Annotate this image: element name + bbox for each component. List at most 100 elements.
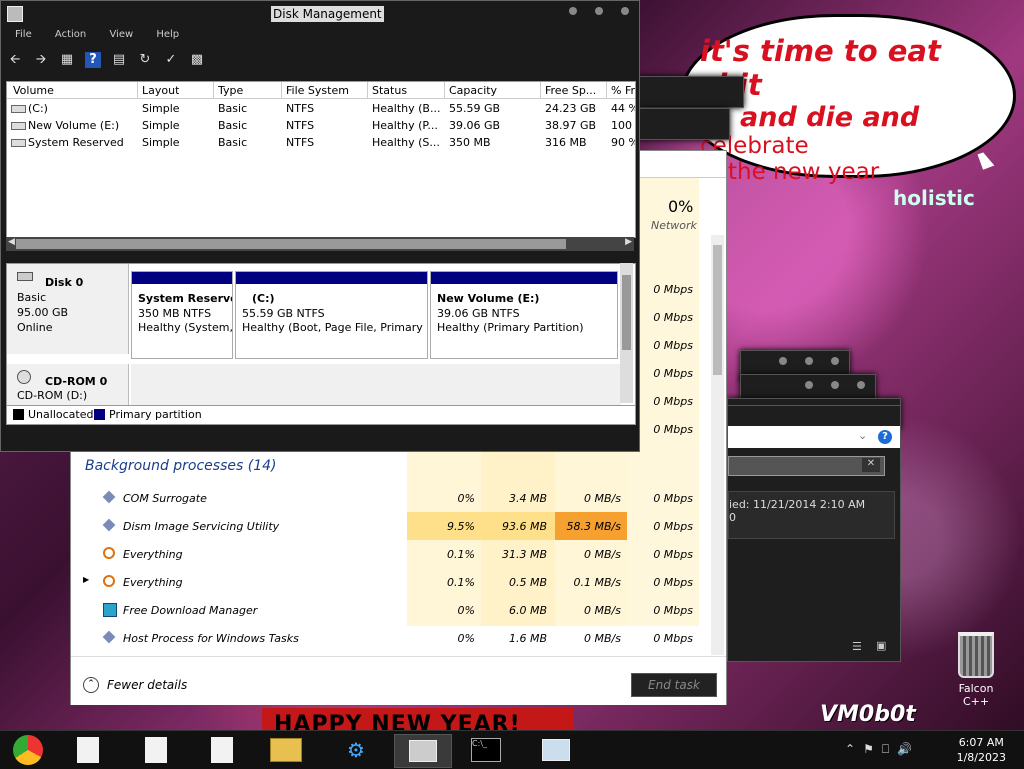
- disk-management-window[interactable]: Disk Management File Action View Help 🡨 …: [0, 0, 640, 452]
- show-hidden-icons-icon[interactable]: ⌃: [845, 742, 855, 757]
- view-tiles-icon[interactable]: ▣: [876, 639, 886, 652]
- volume-icon[interactable]: 🔊: [897, 742, 912, 757]
- properties-address-bar[interactable]: ⌄ ?: [728, 426, 900, 448]
- partition-c[interactable]: (C:) 55.59 GB NTFS Healthy (Boot, Page F…: [235, 271, 428, 359]
- properties-window[interactable]: ⌄ ? ✕ ied: 11/21/2014 2:10 AM 0 ☰ ▣: [727, 405, 901, 662]
- network-icon[interactable]: ⎕: [882, 742, 889, 757]
- process-mem: 1.6 MB: [508, 632, 547, 645]
- background-window-2[interactable]: [638, 108, 730, 140]
- column-header[interactable]: Layout: [142, 84, 179, 97]
- background-window-1[interactable]: [638, 76, 744, 108]
- properties-info: ied: 11/21/2014 2:10 AM 0: [728, 491, 895, 539]
- scrollbar-thumb[interactable]: [16, 239, 566, 249]
- minimize-icon[interactable]: [805, 381, 813, 389]
- disk-0-label[interactable]: Disk 0 Basic 95.00 GB Online: [7, 264, 129, 354]
- partition-system-reserved[interactable]: System Reserved 350 MB NTFS Healthy (Sys…: [131, 271, 233, 359]
- taskbar-file-3[interactable]: [194, 734, 250, 766]
- column-divider[interactable]: [137, 82, 138, 98]
- taskbar-cmd[interactable]: C:\_: [458, 734, 514, 766]
- recycle-bin[interactable]: Falcon C++: [946, 632, 1006, 708]
- process-row[interactable]: ▶ Everything 0.1% 0.5 MB 0.1 MB/s 0 Mbps: [71, 568, 711, 596]
- volume-row[interactable]: (C:) Simple Basic NTFS Healthy (B... 55.59 GB…: [7, 100, 635, 117]
- volume-list[interactable]: Volume Layout Type File System Status Capacit…: [6, 81, 636, 238]
- refresh-icon[interactable]: ↻: [137, 52, 153, 68]
- process-row[interactable]: Everything 0.1% 31.3 MB 0 MB/s 0 Mbps: [71, 540, 711, 568]
- scroll-right-icon[interactable]: ▶: [625, 237, 632, 247]
- taskbar-network[interactable]: ⚙: [328, 734, 384, 766]
- process-row[interactable]: Dism Image Servicing Utility 9.5% 93.6 MB 5…: [71, 512, 711, 540]
- column-header[interactable]: Status: [372, 84, 407, 97]
- process-row[interactable]: COM Surrogate 0% 3.4 MB 0 MB/s 0 Mbps: [71, 484, 711, 512]
- taskbar-file-2[interactable]: [128, 734, 184, 766]
- maximize-icon[interactable]: [595, 7, 603, 15]
- close-icon[interactable]: [857, 381, 865, 389]
- expand-arrow-icon[interactable]: ▶: [83, 575, 89, 584]
- column-divider[interactable]: [367, 82, 368, 98]
- menu-action[interactable]: Action: [55, 29, 86, 40]
- maximize-icon[interactable]: [805, 357, 813, 365]
- taskbar-explorer[interactable]: [258, 734, 314, 766]
- disk-view-scrollbar[interactable]: [620, 263, 633, 403]
- end-task-button[interactable]: End task: [631, 673, 717, 697]
- minimize-icon[interactable]: [779, 357, 787, 365]
- view-details-icon[interactable]: ☰: [852, 640, 862, 653]
- wallpaper-logo: VM0b0t: [820, 702, 916, 727]
- scroll-left-icon[interactable]: ◀: [8, 237, 15, 247]
- back-arrow-icon[interactable]: 🡨: [7, 52, 23, 68]
- close-icon[interactable]: [621, 7, 629, 15]
- column-header[interactable]: % Fr: [611, 84, 635, 97]
- column-header[interactable]: Volume: [13, 84, 54, 97]
- maximize-icon[interactable]: [831, 381, 839, 389]
- horizontal-scrollbar[interactable]: ◀ ▶: [6, 237, 634, 251]
- disk-graphical-view[interactable]: Disk 0 Basic 95.00 GB Online System Rese…: [6, 263, 636, 407]
- volume-row[interactable]: System Reserved Simple Basic NTFS Healthy (S…: [7, 134, 635, 151]
- partition-e[interactable]: New Volume (E:) 39.06 GB NTFS Healthy (P…: [430, 271, 618, 359]
- column-divider[interactable]: [444, 82, 445, 98]
- task-manager-scrollbar[interactable]: [711, 235, 724, 655]
- column-header[interactable]: Capacity: [449, 84, 497, 97]
- menu-file[interactable]: File: [15, 29, 32, 40]
- process-disk: 0 MB/s: [584, 548, 621, 561]
- menu-help[interactable]: Help: [156, 29, 179, 40]
- scrollbar-thumb[interactable]: [622, 275, 631, 350]
- process-row[interactable]: Host Process for Windows Tasks 0% 1.6 MB 0 …: [71, 624, 711, 652]
- column-header[interactable]: File System: [286, 84, 349, 97]
- start-button[interactable]: [0, 734, 56, 766]
- column-header[interactable]: Free Sp...: [545, 84, 596, 97]
- close-icon[interactable]: [831, 357, 839, 365]
- network-header[interactable]: Network: [651, 219, 697, 232]
- process-row[interactable]: Free Download Manager 0% 6.0 MB 0 MB/s 0 Mbp…: [71, 596, 711, 624]
- cdrom-0-label[interactable]: CD-ROM 0 CD-ROM (D:): [7, 364, 129, 406]
- column-divider[interactable]: [540, 82, 541, 98]
- properties-icon[interactable]: ▤: [111, 52, 127, 68]
- rescan-disks-icon[interactable]: ✓: [163, 52, 179, 68]
- chevron-up-icon[interactable]: ⌃: [83, 677, 99, 693]
- help-icon[interactable]: ?: [85, 52, 101, 68]
- taskbar-file-1[interactable]: [60, 734, 116, 766]
- flag-icon[interactable]: ⚑: [863, 742, 874, 757]
- chevron-down-icon[interactable]: ⌄: [858, 429, 867, 442]
- taskbar-disk-management[interactable]: [394, 734, 452, 768]
- clock[interactable]: 6:07 AM 1/8/2023: [957, 735, 1006, 765]
- fewer-details-link[interactable]: Fewer details: [107, 678, 187, 692]
- scrollbar-thumb[interactable]: [713, 245, 722, 375]
- settings-icon[interactable]: ▩: [189, 52, 205, 68]
- column-divider[interactable]: [213, 82, 214, 98]
- show-hide-tree-icon[interactable]: ▦: [59, 52, 75, 68]
- column-divider[interactable]: [606, 82, 607, 98]
- volume-pct: 44 %: [611, 102, 635, 115]
- cdrom-area[interactable]: [131, 364, 621, 406]
- column-header[interactable]: Type: [218, 84, 243, 97]
- help-icon[interactable]: ?: [878, 430, 892, 444]
- menu-view[interactable]: View: [109, 29, 133, 40]
- title-bar[interactable]: Disk Management: [1, 1, 639, 27]
- taskbar-task-manager[interactable]: [528, 734, 584, 766]
- forward-arrow-icon[interactable]: 🡪: [33, 52, 49, 68]
- process-mem: 31.3 MB: [501, 548, 547, 561]
- minimize-icon[interactable]: [569, 7, 577, 15]
- clear-icon[interactable]: ✕: [862, 458, 880, 472]
- volume-row[interactable]: New Volume (E:) Simple Basic NTFS Healthy (P…: [7, 117, 635, 134]
- legend-primary: Primary partition: [109, 408, 202, 421]
- diamond-icon: [102, 630, 116, 644]
- column-divider[interactable]: [281, 82, 282, 98]
